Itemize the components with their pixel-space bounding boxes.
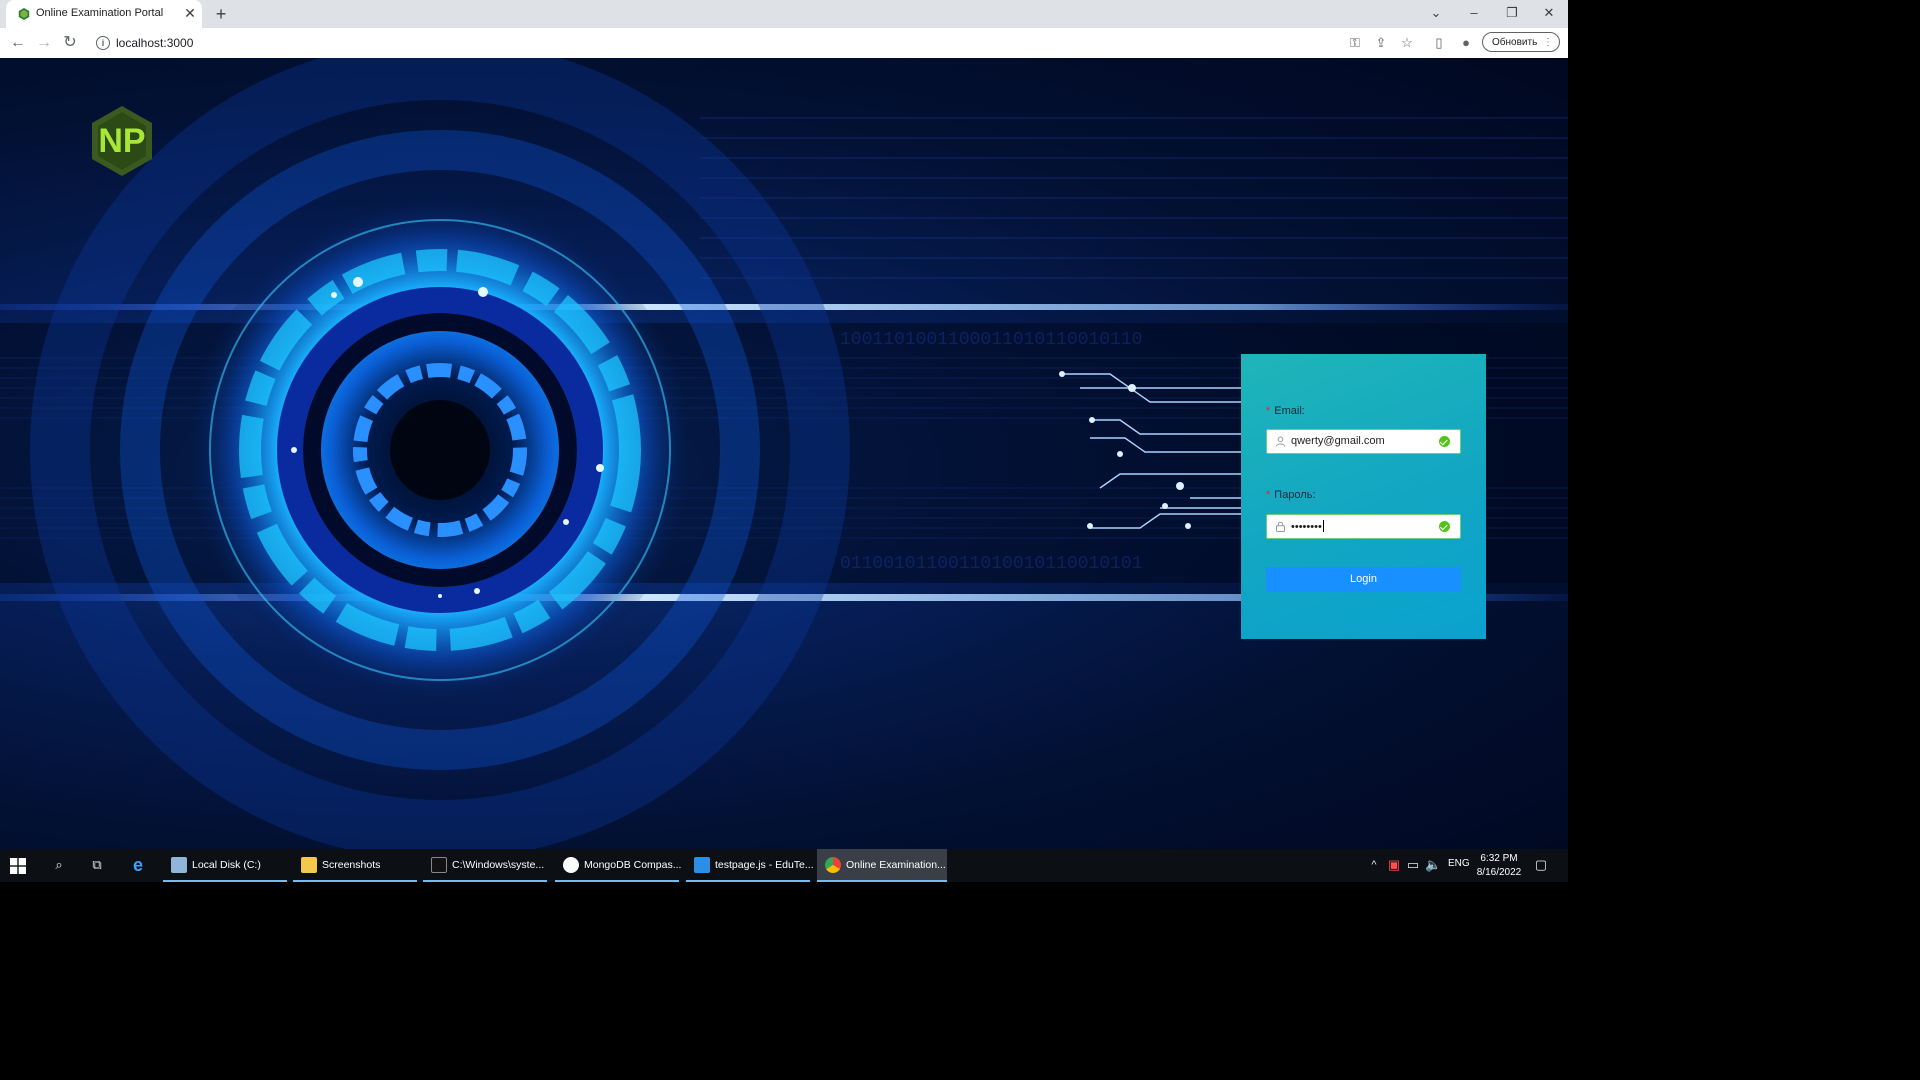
tab-close-icon[interactable]: ✕	[182, 5, 198, 21]
update-button[interactable]: Обновить ⋮	[1482, 32, 1560, 52]
address-bar[interactable]: i localhost:3000	[88, 31, 1338, 55]
notifications-icon[interactable]: ▢	[1533, 857, 1549, 873]
user-icon	[1275, 436, 1286, 447]
taskbar-item-indicator	[817, 880, 947, 882]
address-url[interactable]: localhost:3000	[116, 36, 193, 50]
internet-explorer-icon[interactable]: e	[130, 856, 146, 874]
restore-icon[interactable]: ❐	[1502, 4, 1522, 22]
update-button-label: Обновить	[1492, 37, 1538, 48]
svg-text:1001101001100011010110010110: 1001101001100011010110010110	[840, 330, 1142, 350]
taskbar-item-indicator	[293, 880, 417, 882]
site-info-icon[interactable]: i	[96, 36, 110, 50]
np-logo: NP	[92, 106, 152, 176]
taskbar-item-chrome[interactable]: Online Examination...	[817, 849, 947, 882]
taskbar-item-indicator	[423, 880, 547, 882]
share-icon[interactable]: ⇪	[1372, 34, 1390, 52]
taskbar-item-indicator	[555, 880, 679, 882]
tab-title: Online Examination Portal	[36, 7, 164, 19]
tray-chevron-icon[interactable]: ^	[1366, 857, 1382, 873]
windows-taskbar: ⌕ ⧉ e Local Disk (C:) Screenshots C:\Win…	[0, 849, 1568, 882]
bookmark-star-icon[interactable]: ☆	[1398, 34, 1416, 52]
folder-icon	[301, 857, 317, 873]
close-window-icon[interactable]: ✕	[1539, 4, 1559, 22]
forward-icon[interactable]: →	[34, 33, 54, 53]
network-icon[interactable]: ▭	[1405, 857, 1421, 873]
required-marker: *	[1266, 489, 1271, 501]
clock-date: 8/16/2022	[1476, 867, 1522, 878]
clock[interactable]: 6:32 PM 8/16/2022	[1474, 852, 1524, 880]
browser-tabstrip: Online Examination Portal ✕ + ⌄ – ❐ ✕	[0, 0, 1568, 28]
password-value[interactable]: ••••••••	[1291, 520, 1324, 533]
required-marker: *	[1266, 405, 1271, 417]
email-value[interactable]: qwerty@gmail.com	[1291, 435, 1385, 447]
browser-toolbar: ← → ↻ i localhost:3000 ⚿ ⇪ ☆ ▯ ● Обновит…	[0, 28, 1568, 59]
browser-tab[interactable]: Online Examination Portal ✕	[6, 0, 202, 28]
windows-start-icon[interactable]	[10, 858, 26, 874]
taskbar-item-mongodb[interactable]: MongoDB Compas...	[555, 849, 681, 882]
security-icon[interactable]: ▣	[1386, 857, 1402, 873]
text-cursor	[1322, 520, 1324, 532]
menu-dots-icon: ⋮	[1543, 37, 1553, 48]
task-view-icon[interactable]: ⧉	[89, 857, 105, 873]
volume-icon[interactable]: 🔈	[1425, 857, 1441, 873]
vscode-icon	[694, 857, 710, 873]
chrome-icon	[825, 857, 841, 873]
new-tab-icon[interactable]: +	[212, 5, 230, 23]
login-button[interactable]: Login	[1266, 567, 1461, 592]
terminal-icon	[431, 857, 447, 873]
login-page: 1001101001100011010110010110 01100101100…	[0, 58, 1568, 849]
language-indicator[interactable]: ENG	[1448, 858, 1470, 869]
key-icon[interactable]: ⚿	[1346, 34, 1364, 52]
back-icon[interactable]: ←	[8, 33, 28, 53]
email-field[interactable]: qwerty@gmail.com	[1266, 429, 1461, 454]
search-icon[interactable]: ⌕	[51, 857, 67, 873]
side-panel-icon[interactable]: ▯	[1430, 34, 1448, 52]
profile-icon[interactable]: ●	[1457, 34, 1475, 52]
taskbar-item-indicator	[163, 880, 287, 882]
taskbar-item-indicator	[686, 880, 810, 882]
svg-text:NP: NP	[98, 122, 145, 160]
lock-icon	[1276, 521, 1285, 532]
email-label: * Email:	[1266, 405, 1305, 417]
clock-time: 6:32 PM	[1480, 853, 1518, 864]
svg-text:0110010110011010010110010101: 0110010110011010010110010101	[840, 554, 1142, 574]
password-label: * Пароль:	[1266, 489, 1316, 501]
taskbar-item-vscode[interactable]: testpage.js - EduTe...	[686, 849, 814, 882]
minimize-icon[interactable]: –	[1464, 4, 1484, 22]
taskbar-item-screenshots[interactable]: Screenshots	[293, 849, 417, 882]
taskbar-item-cmd[interactable]: C:\Windows\syste...	[423, 849, 547, 882]
favicon-icon	[18, 8, 30, 20]
drive-icon	[171, 857, 187, 873]
login-form: * Email: qwerty@gmail.com * Пароль: ••••••…	[1241, 354, 1486, 639]
taskbar-item-local-disk[interactable]: Local Disk (C:)	[163, 849, 287, 882]
valid-check-icon	[1439, 521, 1450, 532]
mongodb-icon	[563, 857, 579, 873]
tab-search-icon[interactable]: ⌄	[1426, 4, 1446, 22]
valid-check-icon	[1439, 436, 1450, 447]
reload-icon[interactable]: ↻	[60, 33, 80, 53]
password-field[interactable]: ••••••••	[1266, 514, 1461, 539]
